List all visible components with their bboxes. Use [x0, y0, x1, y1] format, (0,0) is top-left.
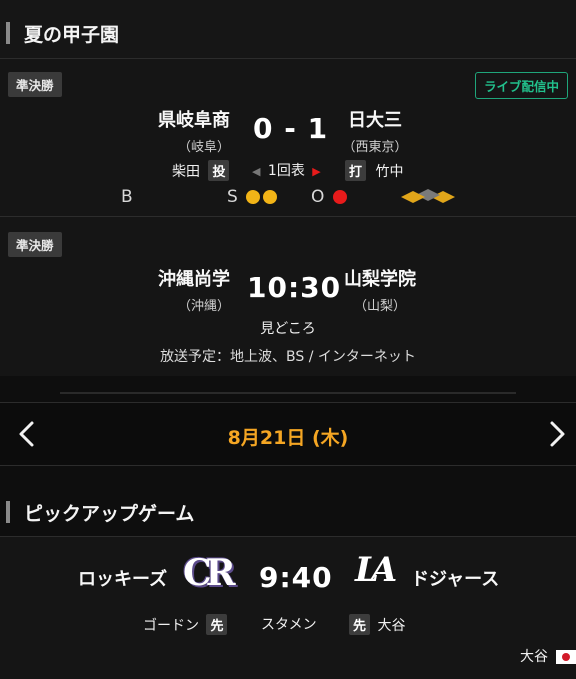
section-accent-bar — [6, 501, 10, 523]
date-navigation: 8月21日 (木) — [0, 402, 576, 466]
away-team-name[interactable]: ドジャース — [411, 565, 499, 591]
away-team-region: （西東京） — [342, 140, 408, 155]
inning-label: 1回表 — [267, 163, 305, 179]
balls-indicator: B — [121, 187, 133, 207]
section-accent-bar — [6, 22, 10, 44]
pickup-game-card[interactable]: ロッキーズ CR 9:40 LA ドジャース ゴードン 先 スタメン 先 大谷 … — [0, 536, 576, 679]
home-team-name: 沖縄尚学 — [158, 269, 230, 290]
strikes-label: S — [227, 187, 238, 207]
highlights-link[interactable]: 見どころ — [0, 318, 576, 338]
strike-dot — [246, 190, 261, 204]
japan-flag-icon — [556, 650, 576, 664]
chevron-right-icon[interactable] — [542, 417, 572, 451]
pitcher-row: 柴田 投 — [172, 160, 230, 181]
home-pitcher-row: ゴードン 先 — [143, 614, 228, 635]
round-badge: 準決勝 — [8, 72, 62, 97]
away-team[interactable]: 山梨学院 （山梨） — [335, 265, 425, 314]
outs-indicator: O — [311, 187, 347, 207]
away-pitcher-name: 大谷 — [377, 618, 406, 634]
starter-tag: 先 — [349, 614, 371, 635]
section-title: ピックアップゲーム — [24, 502, 195, 525]
scroll-indicator — [60, 392, 516, 394]
away-team-region: （山梨） — [353, 299, 406, 314]
current-date[interactable]: 8月21日 (木) — [0, 423, 576, 450]
start-time: 9:40 — [259, 561, 333, 594]
home-team-name: 県岐阜商 — [158, 110, 230, 131]
balls-label: B — [121, 187, 133, 207]
pitcher-name: 柴田 — [172, 164, 200, 180]
base-diamond-icon — [401, 189, 455, 203]
round-badge: 準決勝 — [8, 232, 62, 257]
lineup-link[interactable]: スタメン — [261, 614, 317, 634]
start-time: 10:30 — [247, 271, 342, 304]
batter-name: 竹中 — [375, 164, 404, 180]
away-team-name: 日大三 — [348, 110, 402, 131]
home-team-region: （沖縄） — [177, 299, 230, 314]
dodgers-logo-icon: LA — [355, 550, 397, 590]
batter-row: 打 竹中 — [345, 160, 403, 181]
home-team[interactable]: 県岐阜商 （岐阜） — [130, 106, 230, 155]
away-team-name: 山梨学院 — [344, 269, 416, 290]
strikes-indicator: S — [227, 187, 278, 207]
featured-player[interactable]: 大谷 — [520, 646, 576, 666]
home-pitcher-name: ゴードン — [143, 618, 199, 634]
away-team[interactable]: 日大三 （西東京） — [330, 106, 420, 155]
out-dot — [332, 190, 347, 204]
game-card-2[interactable]: 準決勝 沖縄尚学 （沖縄） 10:30 山梨学院 （山梨） 見どころ 放送予定：… — [0, 216, 576, 376]
section-title: 夏の甲子園 — [24, 23, 120, 46]
live-stream-badge[interactable]: ライブ配信中 — [474, 72, 568, 99]
score: 0 - 1 — [253, 112, 329, 145]
inning-next-icon[interactable]: ▶ — [312, 165, 320, 178]
home-team-name[interactable]: ロッキーズ — [78, 565, 167, 591]
featured-player-name: 大谷 — [520, 649, 548, 665]
section-header-pickup: ピックアップゲーム — [0, 486, 576, 538]
batter-tag: 打 — [345, 160, 367, 181]
away-pitcher-row: 先 大谷 — [349, 614, 405, 635]
rockies-logo-icon: CR — [183, 552, 236, 594]
pitcher-tag: 投 — [208, 160, 230, 181]
inning-row: ◀ 1回表 ▶ — [252, 160, 321, 180]
outs-label: O — [311, 187, 325, 207]
section-header-koshien: 夏の甲子園 — [0, 0, 576, 66]
home-team[interactable]: 沖縄尚学 （沖縄） — [130, 265, 230, 314]
strike-dot — [263, 190, 278, 204]
inning-prev-icon[interactable]: ◀ — [252, 165, 260, 178]
game-card-1[interactable]: 準決勝 ライブ配信中 県岐阜商 （岐阜） 0 - 1 日大三 （西東京） 柴田 … — [0, 58, 576, 216]
starter-tag: 先 — [206, 614, 228, 635]
broadcast-info: 放送予定：地上波、BS / インターネット — [160, 349, 416, 365]
home-team-region: （岐阜） — [177, 140, 230, 155]
